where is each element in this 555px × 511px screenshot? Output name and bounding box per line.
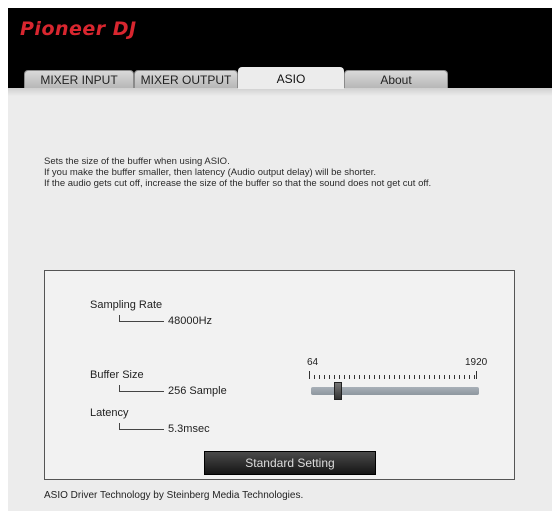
buffer-slider-max-label: 1920 (465, 357, 488, 368)
tab-bar: MIXER INPUT MIXER OUTPUT ASIO About (8, 64, 552, 89)
standard-setting-button[interactable]: Standard Setting (204, 451, 376, 475)
sampling-rate-connector (119, 315, 164, 322)
description-line: If you make the buffer smaller, then lat… (44, 167, 376, 178)
tab-mixer-input[interactable]: MIXER INPUT (24, 70, 134, 88)
sampling-rate-value: 48000Hz (168, 315, 213, 327)
pioneer-dj-logo: Pioneer DJ (20, 18, 137, 40)
tab-about[interactable]: About (344, 70, 448, 88)
tab-asio[interactable]: ASIO (238, 67, 344, 89)
sampling-rate-label: Sampling Rate (90, 299, 163, 311)
asio-description: Sets the size of the buffer when using A… (44, 156, 544, 189)
latency-value: 5.3msec (168, 423, 210, 435)
header-bar: Pioneer DJ MIXER INPUT MIXER OUTPUT ASIO… (8, 8, 552, 89)
buffer-slider-ticks (309, 371, 477, 379)
asio-credit-text: ASIO Driver Technology by Steinberg Medi… (44, 490, 304, 501)
buffer-size-label: Buffer Size (90, 369, 144, 381)
latency-label: Latency (90, 407, 129, 419)
buffer-slider-min-label: 64 (307, 357, 319, 368)
app-window: Pioneer DJ MIXER INPUT MIXER OUTPUT ASIO… (8, 8, 552, 511)
description-line: Sets the size of the buffer when using A… (44, 156, 230, 167)
buffer-size-connector (119, 385, 164, 392)
buffer-size-value: 256 Sample (168, 385, 227, 397)
tab-mixer-output[interactable]: MIXER OUTPUT (134, 70, 238, 88)
buffer-slider-handle[interactable] (334, 382, 342, 400)
description-line: If the audio gets cut off, increase the … (44, 178, 432, 189)
asio-settings-panel: Sampling Rate 48000Hz Buffer Size 256 Sa… (44, 270, 515, 480)
latency-connector (119, 423, 164, 430)
